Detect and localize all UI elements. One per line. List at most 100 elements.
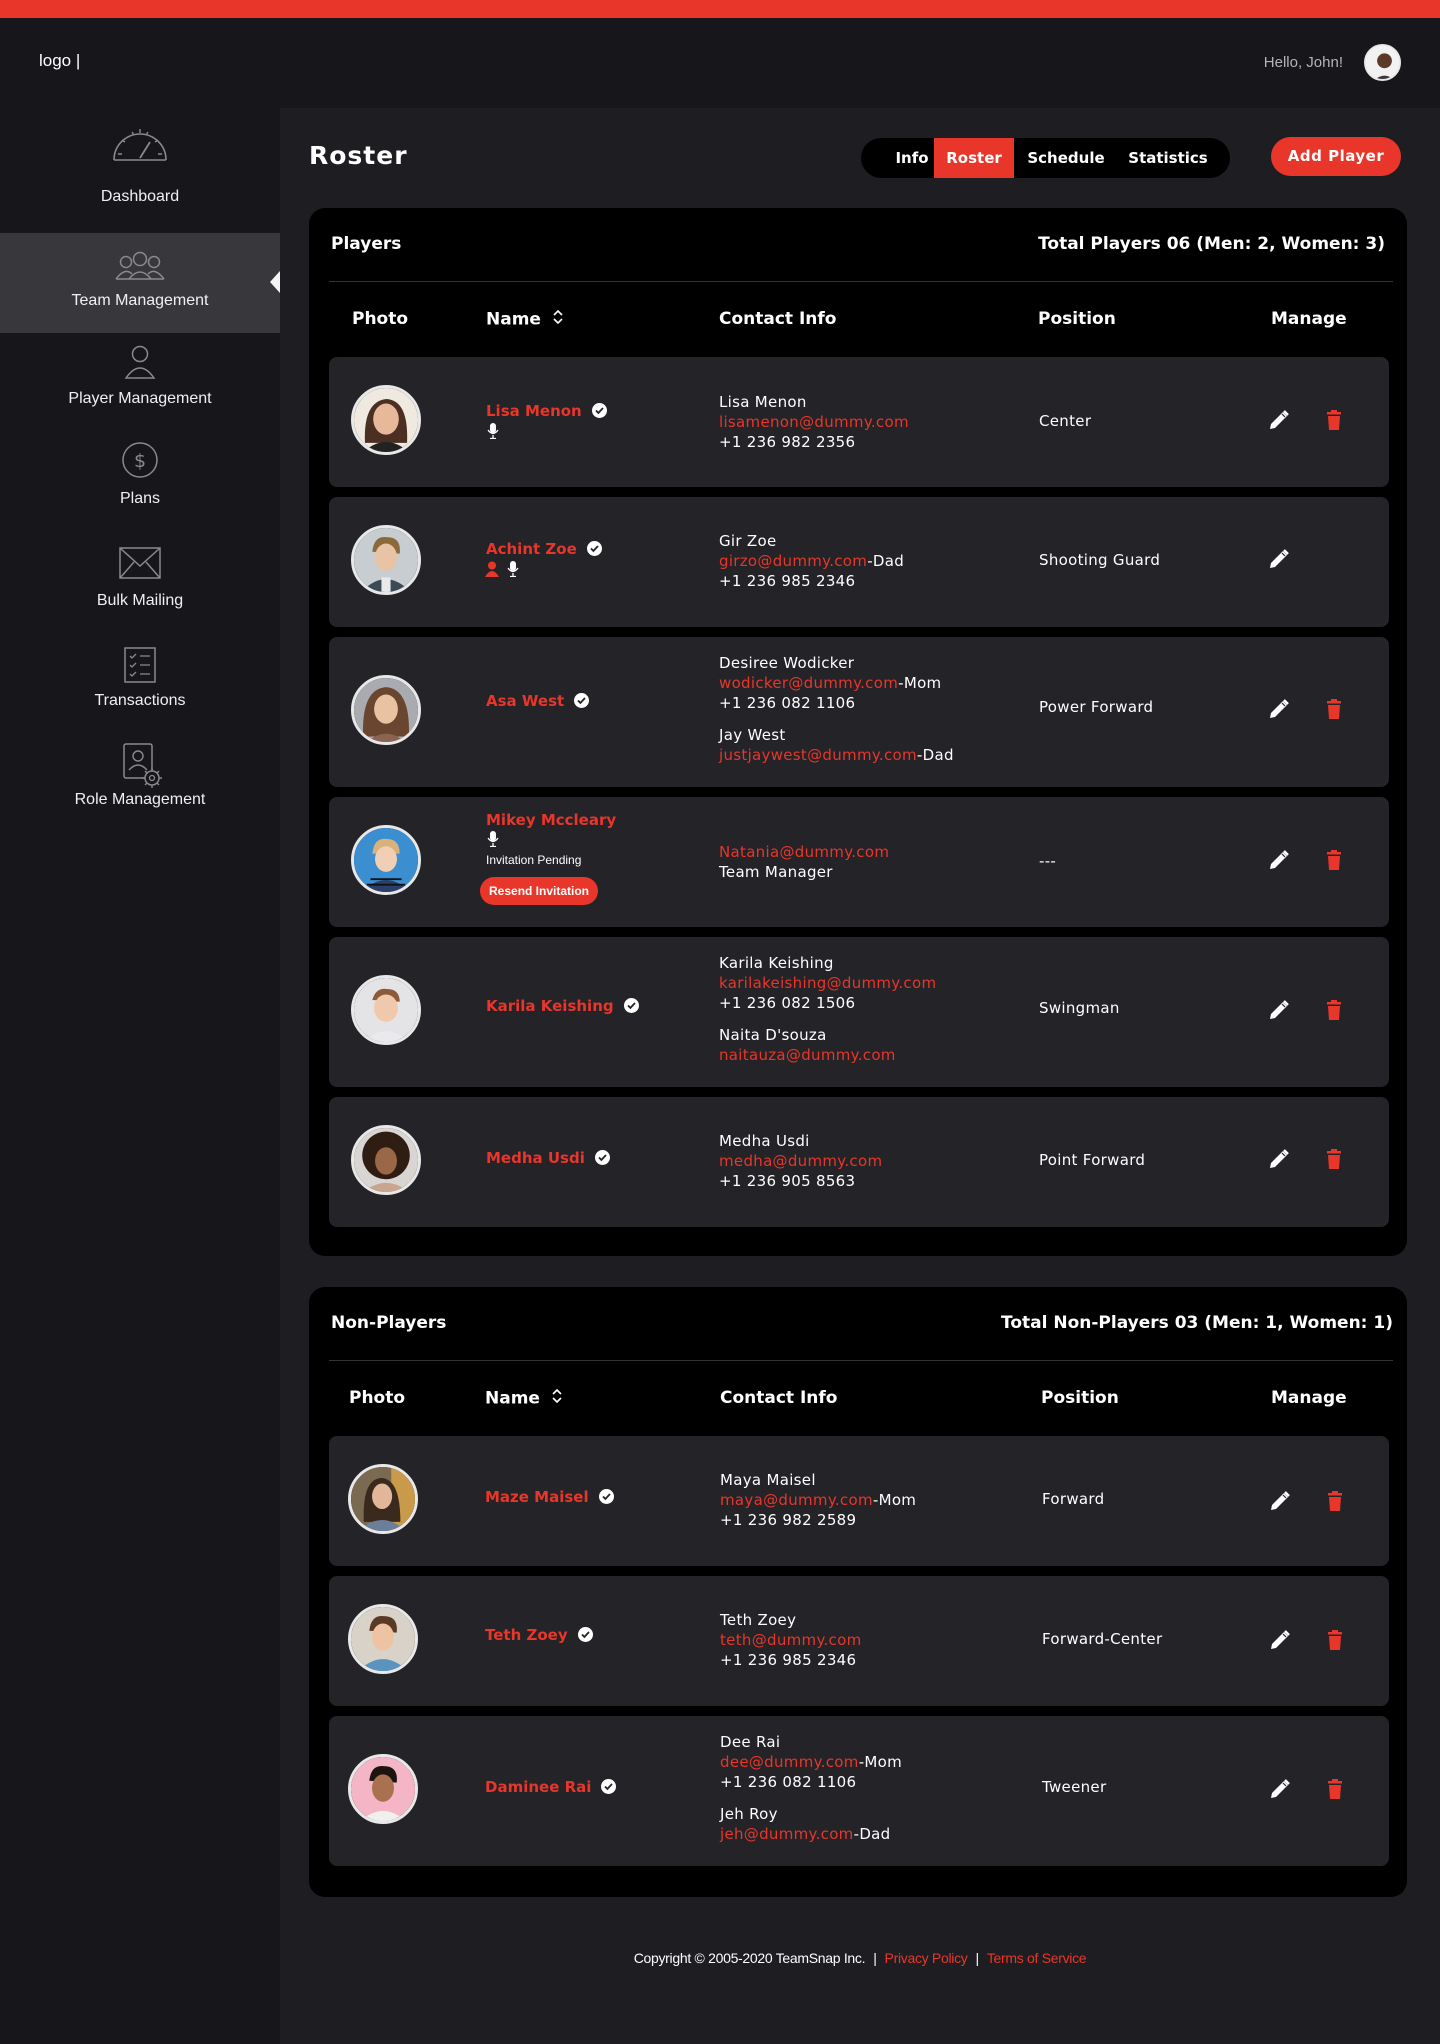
edit-icon[interactable] <box>1268 1777 1292 1801</box>
verified-icon <box>601 1779 617 1794</box>
contact-relation: -Mom <box>872 1491 917 1509</box>
contact-email[interactable]: dee@dummy.com <box>720 1753 859 1771</box>
edit-icon[interactable] <box>1267 408 1291 432</box>
contact-email[interactable]: naitauza@dummy.com <box>719 1046 896 1064</box>
trash-icon[interactable] <box>1323 1489 1347 1513</box>
sort-icon[interactable] <box>552 1388 562 1409</box>
table-row[interactable]: Asa West Desiree Wodicker wodicker@dummy… <box>329 637 1389 787</box>
contact-email[interactable]: jeh@dummy.com <box>720 1825 854 1843</box>
table-row[interactable]: Karila Keishing Karila Keishing karilake… <box>329 937 1389 1087</box>
contact-info: Natania@dummy.com Team Manager <box>719 842 889 882</box>
verified-icon <box>598 1489 614 1504</box>
logo[interactable]: logo | <box>39 51 80 71</box>
contact-email[interactable]: justjaywest@dummy.com <box>719 746 917 764</box>
player-photo <box>351 675 421 745</box>
privacy-policy-link[interactable]: Privacy Policy <box>885 1950 968 1966</box>
table-row[interactable]: Medha Usdi Medha Usdi medha@dummy.com +1… <box>329 1097 1389 1227</box>
contact-email[interactable]: maya@dummy.com <box>720 1491 873 1509</box>
edit-icon[interactable] <box>1268 1628 1292 1652</box>
terms-of-service-link[interactable]: Terms of Service <box>987 1950 1087 1966</box>
sidebar-item-team-management[interactable]: Team Management <box>0 233 280 333</box>
table-row[interactable]: Achint Zoe Gir Zoe girzo@dummy.com-Dad +… <box>329 497 1389 627</box>
column-header-photo: Photo <box>352 309 409 329</box>
table-row[interactable]: Maze Maisel Maya Maisel maya@dummy.com-M… <box>329 1436 1389 1566</box>
player-name-link[interactable]: Medha Usdi <box>486 1149 610 1167</box>
sidebar: Dashboard Team Management Player Managem… <box>0 108 280 2044</box>
player-position: Point Forward <box>1039 1151 1146 1169</box>
table-row[interactable]: Daminee Rai Dee Rai dee@dummy.com-Mom +1… <box>329 1716 1389 1866</box>
contact-phone: +1 236 982 2356 <box>719 433 856 451</box>
sidebar-item-role-management[interactable]: Role Management <box>0 740 280 840</box>
user-avatar[interactable] <box>1364 44 1401 81</box>
user-icon <box>485 561 499 581</box>
player-name-link[interactable]: Daminee Rai <box>485 1778 617 1796</box>
player-name-link[interactable]: Achint Zoe <box>486 540 602 558</box>
tab-schedule[interactable]: Schedule <box>1014 138 1118 178</box>
player-name: Karila Keishing <box>486 997 614 1015</box>
dollar-icon: $ <box>108 438 172 490</box>
player-photo <box>348 1604 418 1674</box>
resend-invitation-button[interactable]: Resend Invitation <box>480 877 599 905</box>
table-row[interactable]: Teth Zoey Teth Zoey teth@dummy.com +1 23… <box>329 1576 1389 1706</box>
trash-icon[interactable] <box>1322 697 1346 721</box>
edit-icon[interactable] <box>1267 998 1291 1022</box>
contact-email[interactable]: teth@dummy.com <box>720 1631 862 1649</box>
contact-email[interactable]: karilakeishing@dummy.com <box>719 974 936 992</box>
edit-icon[interactable] <box>1267 848 1291 872</box>
contact-email[interactable]: medha@dummy.com <box>719 1152 882 1170</box>
contact-relation: -Dad <box>916 746 954 764</box>
contact-email[interactable]: Natania@dummy.com <box>719 843 889 861</box>
microphone-icon <box>507 561 519 581</box>
edit-icon[interactable] <box>1267 697 1291 721</box>
sidebar-item-dashboard[interactable]: Dashboard <box>0 108 280 208</box>
trash-icon[interactable] <box>1323 1777 1347 1801</box>
player-name-link[interactable]: Karila Keishing <box>486 997 639 1015</box>
sidebar-item-transactions[interactable]: Transactions <box>0 640 280 740</box>
trash-icon[interactable] <box>1322 408 1346 432</box>
player-name-link[interactable]: Lisa Menon <box>486 402 607 420</box>
player-name-link[interactable]: Mikey Mccleary <box>486 811 616 829</box>
contact-email[interactable]: lisamenon@dummy.com <box>719 413 909 431</box>
tab-roster[interactable]: Roster <box>934 138 1014 178</box>
player-photo <box>351 825 421 895</box>
edit-icon[interactable] <box>1267 547 1291 571</box>
player-photo <box>351 1125 421 1195</box>
sidebar-label: Dashboard <box>100 188 180 205</box>
contact-name: Jay West <box>719 726 786 744</box>
player-name-link[interactable]: Teth Zoey <box>485 1626 593 1644</box>
contact-name: Teth Zoey <box>720 1611 797 1629</box>
contact-relation: -Dad <box>867 552 905 570</box>
player-photo <box>348 1754 418 1824</box>
player-name-link[interactable]: Maze Maisel <box>485 1488 614 1506</box>
sidebar-item-plans[interactable]: $ Plans <box>0 440 280 540</box>
column-header-name[interactable]: Name <box>486 309 563 330</box>
sort-icon[interactable] <box>553 309 563 330</box>
player-name: Mikey Mccleary <box>486 811 617 829</box>
contact-email[interactable]: wodicker@dummy.com <box>719 674 898 692</box>
trash-icon[interactable] <box>1322 1147 1346 1171</box>
table-row[interactable]: Mikey Mccleary Invitation Pending Resend… <box>329 797 1389 927</box>
tab-bar: Info Roster Schedule Statistics <box>861 138 1230 178</box>
trash-icon[interactable] <box>1322 998 1346 1022</box>
edit-icon[interactable] <box>1268 1489 1292 1513</box>
edit-icon[interactable] <box>1267 1147 1291 1171</box>
player-position: Forward <box>1042 1490 1105 1508</box>
table-row[interactable]: Lisa Menon Lisa Menon lisamenon@dummy.co… <box>329 357 1389 487</box>
tab-statistics[interactable]: Statistics <box>1118 138 1218 178</box>
contact-name: Desiree Wodicker <box>719 654 855 672</box>
trash-icon[interactable] <box>1322 848 1346 872</box>
copyright: Copyright © 2005-2020 TeamSnap Inc. <box>633 1950 866 1966</box>
contact-name: Maya Maisel <box>720 1471 816 1489</box>
sidebar-item-player-management[interactable]: Player Management <box>0 340 280 440</box>
contact-info: Dee Rai dee@dummy.com-Mom +1 236 082 110… <box>720 1732 902 1844</box>
column-header-name[interactable]: Name <box>485 1388 562 1409</box>
contact-info: Desiree Wodicker wodicker@dummy.com-Mom … <box>719 653 954 765</box>
contact-email[interactable]: girzo@dummy.com <box>719 552 867 570</box>
sidebar-item-bulk-mailing[interactable]: Bulk Mailing <box>0 540 280 640</box>
add-player-button[interactable]: Add Player <box>1271 137 1401 176</box>
player-photo <box>348 1464 418 1534</box>
player-name-link[interactable]: Asa West <box>486 692 590 710</box>
microphone-icon <box>487 423 499 443</box>
trash-icon[interactable] <box>1323 1628 1347 1652</box>
contact-info: Gir Zoe girzo@dummy.com-Dad +1 236 985 2… <box>719 531 904 591</box>
